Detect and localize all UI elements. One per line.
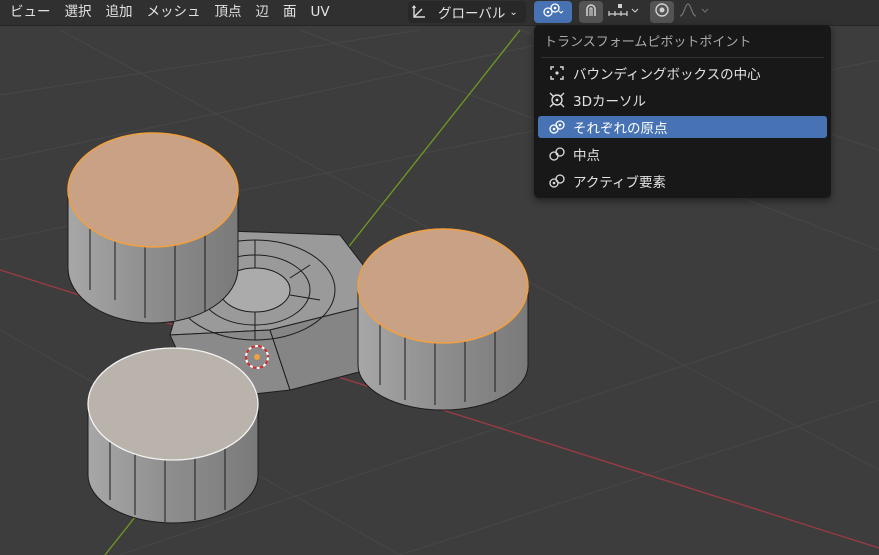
3d-cursor-icon bbox=[546, 89, 568, 111]
mesh-object[interactable] bbox=[67, 132, 529, 524]
proportional-editing-icon bbox=[654, 2, 670, 22]
menu-item-active-element[interactable]: アクティブ要素 bbox=[538, 170, 827, 192]
menu-uv[interactable]: UV bbox=[304, 0, 337, 25]
menu-face[interactable]: 面 bbox=[276, 0, 304, 25]
active-element-icon bbox=[546, 170, 568, 192]
menu-select[interactable]: 選択 bbox=[58, 0, 99, 25]
transform-orientation-label: グローバル bbox=[438, 6, 506, 22]
transform-orientation-icon bbox=[408, 1, 430, 23]
pivot-individual-origins-icon bbox=[542, 2, 564, 22]
snap-magnet-icon bbox=[583, 2, 599, 22]
menu-item-median-point[interactable]: 中点 bbox=[538, 143, 827, 165]
menu-edge[interactable]: 辺 bbox=[249, 0, 277, 25]
pivot-point-menu: トランスフォームピボットポイント バウンディングボックスの中心 3Dカーソル そ… bbox=[534, 25, 831, 198]
selected-face bbox=[67, 132, 239, 248]
menu-item-bounding-box-center[interactable]: バウンディングボックスの中心 bbox=[538, 62, 827, 84]
menu-item-individual-origins[interactable]: それぞれの原点 bbox=[538, 116, 827, 138]
pivot-point-button[interactable] bbox=[534, 1, 572, 23]
selected-face bbox=[357, 228, 529, 344]
proportional-falloff-dropdown[interactable] bbox=[676, 1, 714, 23]
menu-item-3d-cursor[interactable]: 3Dカーソル bbox=[538, 89, 827, 111]
menu-view[interactable]: ビュー bbox=[0, 0, 58, 25]
proportional-editing-toggle[interactable] bbox=[650, 1, 674, 23]
menu-mesh[interactable]: メッシュ bbox=[140, 0, 208, 25]
chevron-down-icon: ⌄ bbox=[509, 6, 518, 18]
pivot-menu-title: トランスフォームピボットポイント bbox=[544, 35, 752, 50]
falloff-curve-icon bbox=[678, 2, 712, 22]
unselected-face bbox=[87, 347, 259, 461]
snap-toggle-button[interactable] bbox=[579, 1, 603, 23]
transform-orientation-dropdown[interactable]: グローバル ⌄ bbox=[408, 1, 526, 23]
menu-add[interactable]: 追加 bbox=[99, 0, 140, 25]
menu-separator bbox=[541, 57, 824, 58]
median-point-icon bbox=[546, 143, 568, 165]
individual-origins-icon bbox=[546, 116, 568, 138]
snap-increment-icon bbox=[607, 2, 641, 22]
snap-type-dropdown[interactable] bbox=[604, 1, 644, 23]
bounding-box-center-icon bbox=[546, 62, 568, 84]
menu-vertex[interactable]: 頂点 bbox=[208, 0, 249, 25]
